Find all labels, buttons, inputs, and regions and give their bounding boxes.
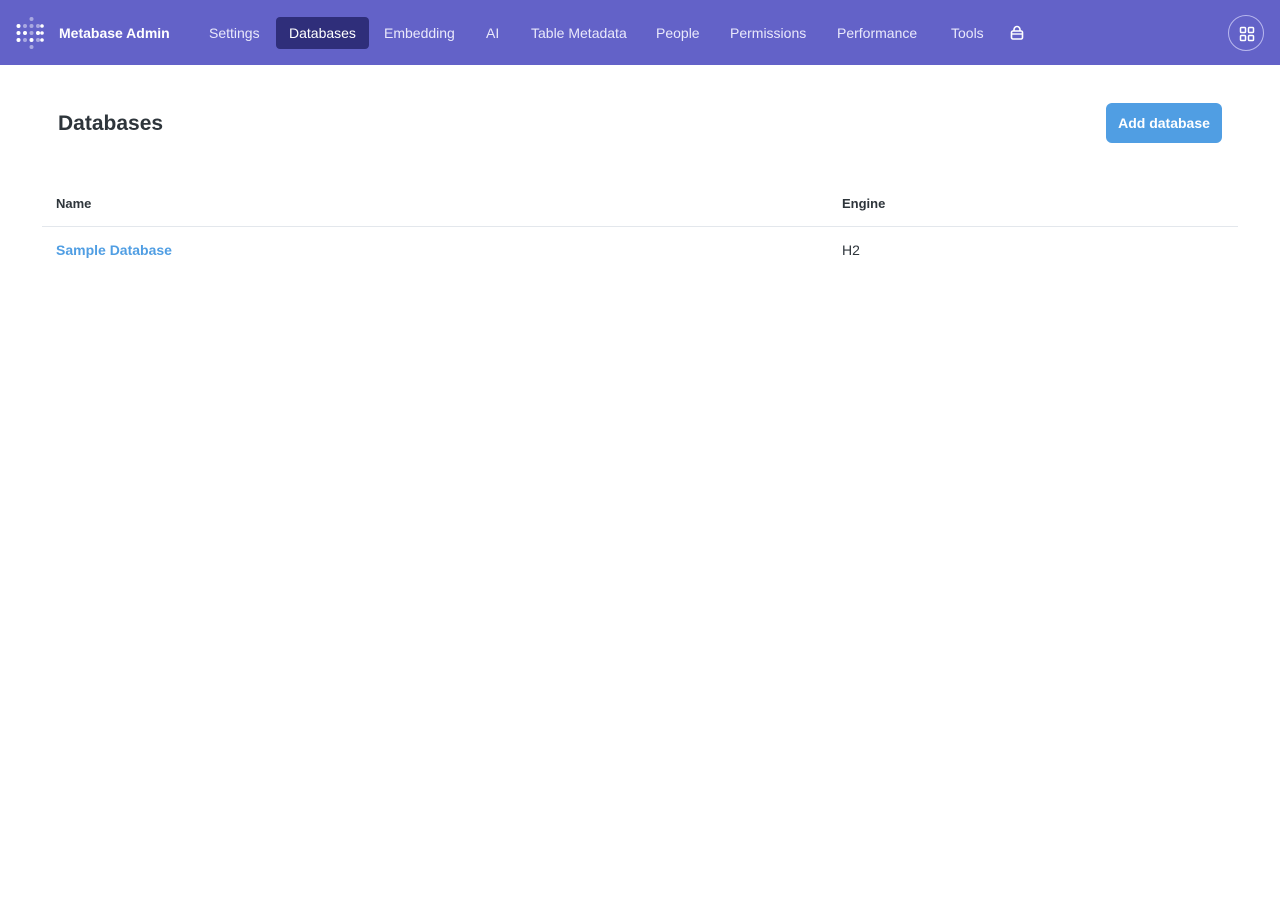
database-engine: H2 <box>842 242 860 258</box>
nav-permissions[interactable]: Permissions <box>717 17 819 49</box>
apps-grid-button[interactable] <box>1228 15 1264 51</box>
admin-navbar: Metabase Admin Settings Databases Embedd… <box>0 0 1280 65</box>
add-database-button[interactable]: Add database <box>1106 103 1222 143</box>
column-header-engine: Engine <box>842 196 886 211</box>
nav-embedding[interactable]: Embedding <box>371 17 468 49</box>
grid-icon <box>1239 26 1255 42</box>
shopping-bag-icon[interactable] <box>1009 25 1025 41</box>
app-title: Metabase Admin <box>59 25 170 41</box>
nav-ai[interactable]: AI <box>473 17 512 49</box>
nav-databases[interactable]: Databases <box>276 17 369 49</box>
databases-table: Name Engine Sample Database H2 <box>42 182 1238 273</box>
table-row: Sample Database H2 <box>42 227 1238 273</box>
nav-table-metadata[interactable]: Table Metadata <box>518 17 640 49</box>
nav-people[interactable]: People <box>643 17 713 49</box>
page-title: Databases <box>58 112 164 135</box>
table-header-row: Name Engine <box>42 182 1238 227</box>
metabase-logo-icon[interactable] <box>16 17 44 49</box>
column-header-name: Name <box>56 196 92 211</box>
nav-tools[interactable]: Tools <box>938 17 997 49</box>
nav-performance[interactable]: Performance <box>824 17 930 49</box>
database-name-link[interactable]: Sample Database <box>56 242 172 258</box>
nav-settings[interactable]: Settings <box>196 17 273 49</box>
